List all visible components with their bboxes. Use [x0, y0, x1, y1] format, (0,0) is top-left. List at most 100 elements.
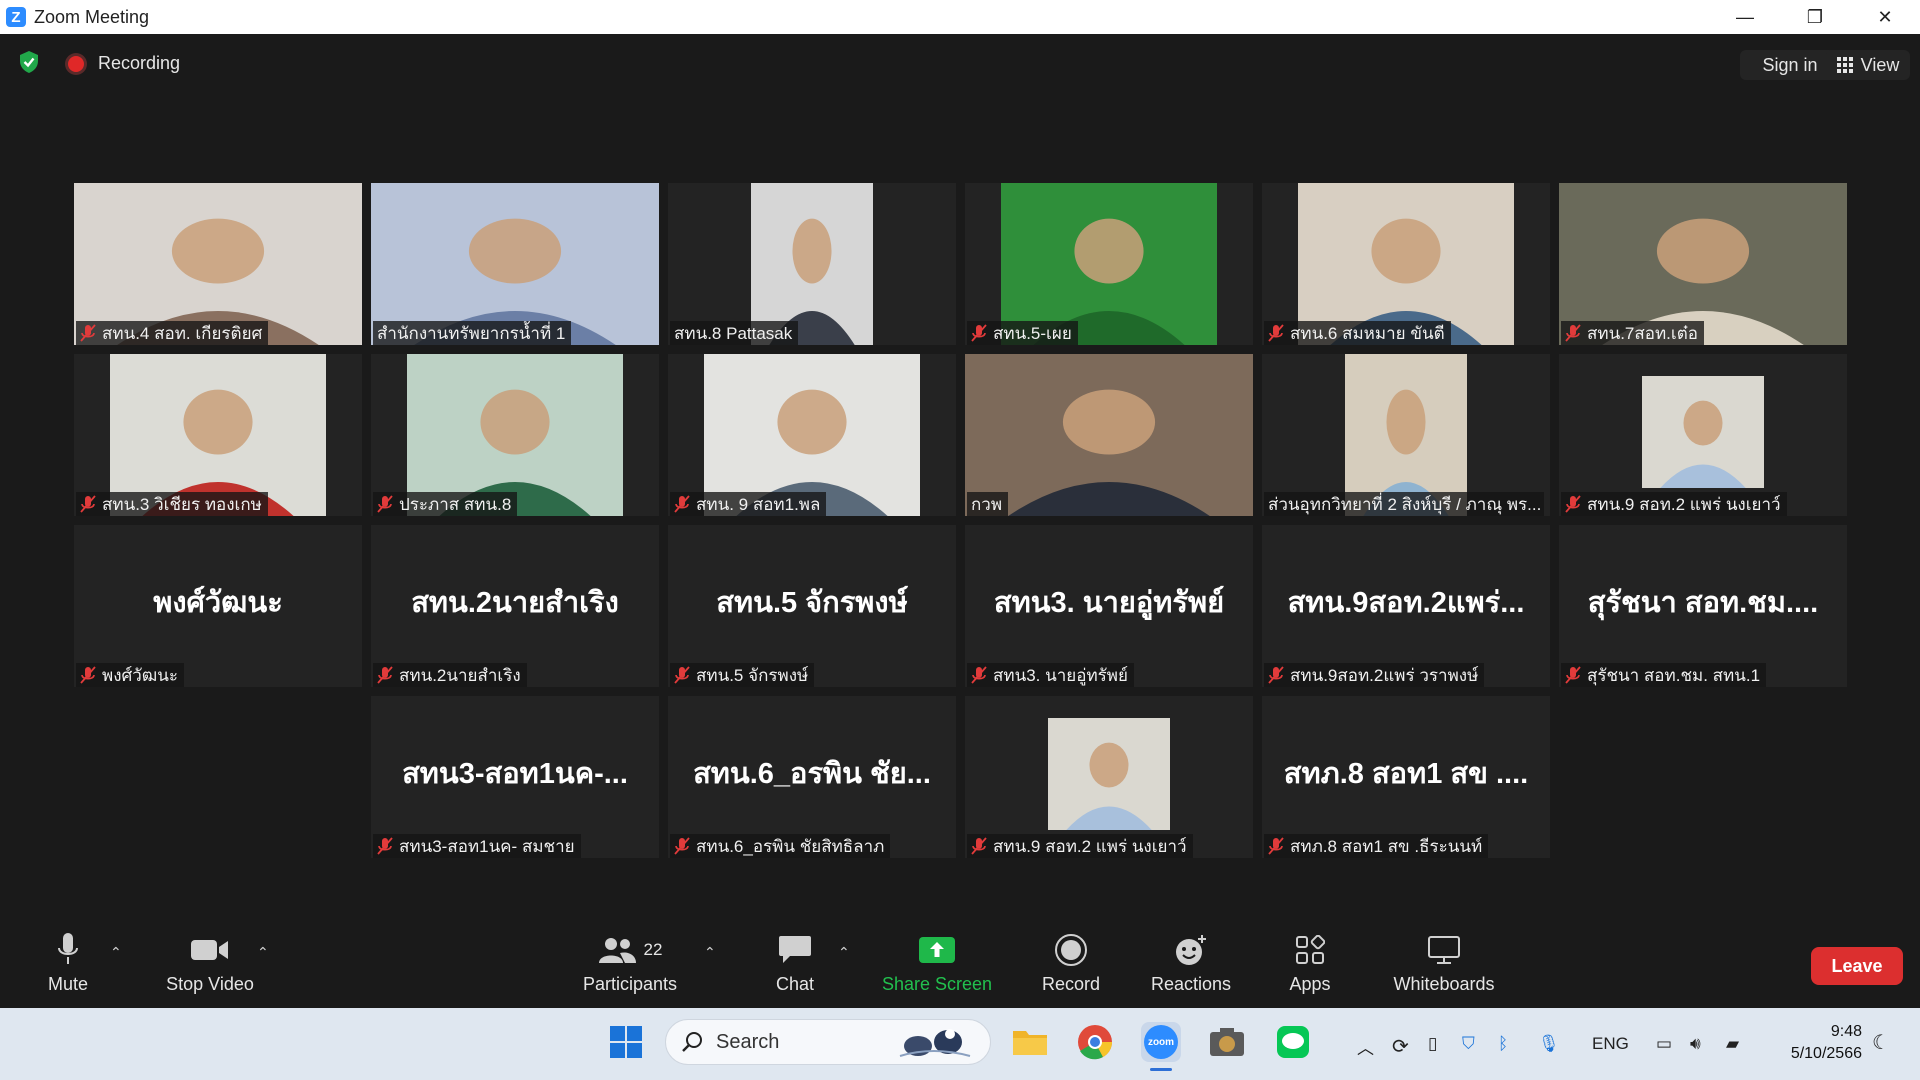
encryption-shield-icon[interactable] — [18, 50, 40, 74]
participant-tile[interactable]: สทน.9 สอท.2 แพร่ นงเยาว์ — [965, 696, 1253, 858]
share-screen-button[interactable]: Share Screen — [876, 930, 998, 1000]
stop-video-button[interactable]: Stop Video — [155, 930, 265, 1000]
muted-microphone-icon — [80, 324, 96, 342]
participant-name-label: พงศ์วัฒนะ — [76, 663, 184, 687]
grid-view-icon — [1836, 57, 1853, 73]
participant-tile[interactable]: สทน.6_อรพิน ชัย... สทน.6_อรพิน ชัยสิทธิลา… — [668, 696, 956, 858]
zoom-taskbar-icon[interactable]: zoom — [1141, 1022, 1181, 1062]
whiteboards-label: Whiteboards — [1393, 974, 1495, 994]
language-indicator[interactable]: ENG — [1592, 1034, 1629, 1054]
participant-tile[interactable]: พงศ์วัฒนะ พงศ์วัฒนะ — [74, 525, 362, 687]
video-options-caret-icon[interactable]: ⌃ — [257, 944, 269, 961]
participant-name: สทน.8 Pattasak — [674, 323, 793, 343]
share-screen-icon — [918, 930, 956, 970]
participant-name: สทน.3 วิเชียร ทองเกษ — [102, 494, 262, 514]
bluetooth-icon[interactable]: ᛒ — [1498, 1034, 1508, 1054]
participant-tile[interactable]: สทน.2นายสำเริง สทน.2นายสำเริง — [371, 525, 659, 687]
recording-status[interactable]: Recording — [98, 53, 180, 74]
participant-tile[interactable]: ประภาส สทน.8 — [371, 354, 659, 516]
participant-name-label: ประภาส สทน.8 — [373, 492, 518, 516]
participant-tile[interactable]: สทน.3 วิเชียร ทองเกษ — [74, 354, 362, 516]
audio-options-caret-icon[interactable]: ⌃ — [110, 944, 122, 961]
participant-name: สทน.6_อรพิน ชัยสิทธิลาภ — [696, 836, 885, 856]
muted-microphone-icon — [971, 837, 987, 855]
participants-label: Participants — [582, 974, 678, 994]
line-app-icon[interactable] — [1273, 1022, 1313, 1062]
participant-tile[interactable]: สทน.4 สอท. เกียรติยศ — [74, 183, 362, 345]
battery-icon[interactable]: ▰ — [1726, 1034, 1739, 1054]
participant-name-label: สทน.9สอท.2แพร่ วราพงษ์ — [1264, 663, 1485, 687]
search-icon — [682, 1032, 702, 1052]
window-titlebar: Z Zoom Meeting — ❐ ✕ — [0, 0, 1920, 34]
participant-tile[interactable]: กวพ — [965, 354, 1253, 516]
leave-button[interactable]: Leave — [1811, 947, 1903, 985]
restore-button[interactable]: ❐ — [1780, 0, 1850, 34]
participant-display-name: สทน.5 จักรพงษ์ — [716, 587, 908, 619]
view-button[interactable]: View — [1826, 50, 1910, 80]
participant-display-name: พงศ์วัฒนะ — [153, 587, 283, 619]
participant-tile[interactable]: ส่วนอุทกวิทยาที่ 2 สิงห์บุรี / ภาณุ พร..… — [1262, 354, 1550, 516]
participant-name-label: สำนักงานทรัพยากรน้ำที่ 1 — [373, 321, 572, 345]
file-explorer-icon[interactable] — [1010, 1022, 1050, 1062]
record-icon — [1054, 930, 1088, 970]
participant-tile[interactable]: สทน.9 สอท.2 แพร่ นงเยาว์ — [1559, 354, 1847, 516]
participant-tile[interactable]: สทน.5 จักรพงษ์ สทน.5 จักรพงษ์ — [668, 525, 956, 687]
participant-name: สทน.5 จักรพงษ์ — [696, 665, 809, 685]
participant-tile[interactable]: สทน.9สอท.2แพร่... สทน.9สอท.2แพร่ วราพงษ์ — [1262, 525, 1550, 687]
sign-in-button[interactable]: Sign in — [1740, 50, 1840, 80]
muted-microphone-icon — [1268, 324, 1284, 342]
participant-tile[interactable]: สทน3. นายอู่ทรัพย์ สทน3. นายอู่ทรัพย์ — [965, 525, 1253, 687]
chat-button[interactable]: Chat — [770, 930, 820, 1000]
volume-icon[interactable]: 🔊︎ — [1690, 1034, 1701, 1054]
participants-caret-icon[interactable]: ⌃ — [704, 944, 716, 961]
recording-indicator-icon — [68, 56, 84, 72]
camera-app-icon[interactable] — [1207, 1022, 1247, 1062]
muted-microphone-icon — [1565, 666, 1581, 684]
participant-name: สทน.7สอท.เต๋อ — [1587, 323, 1698, 343]
participant-name-label: สทน.3 วิเชียร ทองเกษ — [76, 492, 268, 516]
view-button-label: View — [1860, 54, 1900, 75]
chat-label: Chat — [775, 974, 815, 994]
mute-button[interactable]: Mute — [38, 930, 98, 1000]
participant-tile[interactable]: สทน3-สอท1นค-... สทน3-สอท1นค- สมชาย — [371, 696, 659, 858]
participant-tile[interactable]: สทน.5-เผย — [965, 183, 1253, 345]
windows-start-icon[interactable] — [606, 1022, 646, 1062]
participant-tile[interactable]: สุรัชนา สอท.ชม.... สุรัชนา สอท.ชม. สทน.1 — [1559, 525, 1847, 687]
participant-display-name: สทน.9สอท.2แพร่... — [1287, 587, 1525, 619]
taskbar-clock[interactable]: 9:48 5/10/2566 — [1772, 1021, 1862, 1065]
taskbar-search-box[interactable]: Search — [665, 1019, 991, 1065]
participant-name: สทน3. นายอู่ทรัพย์ — [993, 665, 1128, 685]
tray-overflow-chevron-icon[interactable]: ︿ — [1357, 1034, 1374, 1059]
network-icon[interactable]: ▭ — [1656, 1034, 1672, 1054]
microphone-tray-icon[interactable]: 🎙︎ — [1538, 1034, 1560, 1054]
minimize-button[interactable]: — — [1710, 0, 1780, 34]
participant-tile[interactable]: สทน.7สอท.เต๋อ — [1559, 183, 1847, 345]
notifications-moon-icon[interactable]: ☾ — [1872, 1030, 1890, 1055]
sync-icon[interactable]: ⟳ — [1392, 1034, 1409, 1059]
participants-count: 22 — [643, 940, 663, 959]
security-shield-icon[interactable]: ⛉ — [1462, 1034, 1475, 1054]
close-button[interactable]: ✕ — [1850, 0, 1920, 34]
participants-button[interactable]: 22 Participants — [580, 930, 680, 1000]
participant-tile[interactable]: สทภ.8 สอท1 สข .... สทภ.8 สอท1 สข .ธีระนนท… — [1262, 696, 1550, 858]
participant-name-label: สทน.5-เผย — [967, 321, 1078, 345]
usb-device-icon[interactable]: ▯ — [1428, 1034, 1437, 1054]
participant-tile[interactable]: สทน.6 สมหมาย ขันตี — [1262, 183, 1550, 345]
reactions-button[interactable]: Reactions — [1148, 930, 1234, 1000]
whiteboards-button[interactable]: Whiteboards — [1390, 930, 1498, 1000]
participant-name: กวพ — [971, 494, 1003, 514]
reactions-label: Reactions — [1150, 974, 1232, 994]
participant-name: สทน.6 สมหมาย ขันตี — [1290, 323, 1445, 343]
window-controls: — ❐ ✕ — [1710, 0, 1920, 34]
muted-microphone-icon — [674, 495, 690, 513]
chrome-icon[interactable] — [1075, 1022, 1115, 1062]
participant-tile[interactable]: สทน.8 Pattasak — [668, 183, 956, 345]
participant-tile[interactable]: สทน. 9 สอท1.พล — [668, 354, 956, 516]
record-button[interactable]: Record — [1036, 930, 1106, 1000]
participant-tile[interactable]: สำนักงานทรัพยากรน้ำที่ 1 — [371, 183, 659, 345]
participant-name: สทน.2นายสำเริง — [399, 665, 521, 685]
apps-button[interactable]: Apps — [1287, 930, 1333, 1000]
chat-caret-icon[interactable]: ⌃ — [838, 944, 850, 961]
window-title: Zoom Meeting — [34, 6, 150, 27]
participant-name-label: สทน.9 สอท.2 แพร่ นงเยาว์ — [1561, 492, 1787, 516]
